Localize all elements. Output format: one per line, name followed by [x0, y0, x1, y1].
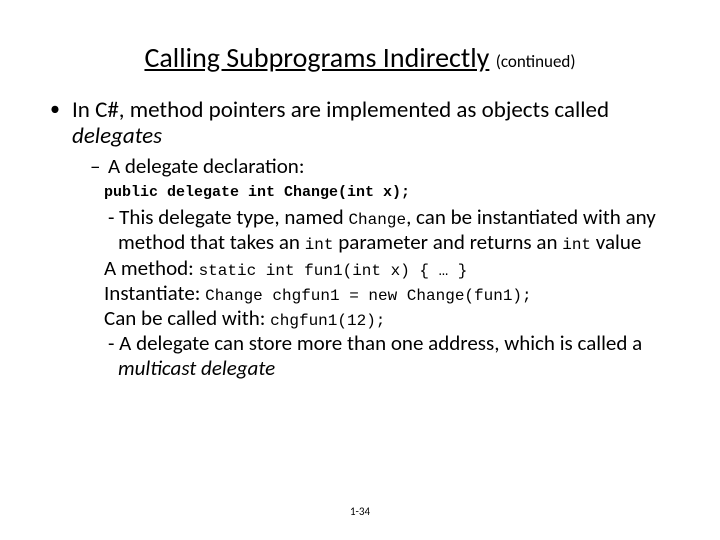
- page-number: 1-34: [0, 505, 720, 518]
- p2-code: static int fun1(int x) { … }: [199, 262, 468, 280]
- p4-code: chgfun1(12);: [270, 312, 385, 330]
- p1-d: value: [591, 229, 641, 255]
- slide-title: Calling Subprograms Indirectly (continue…: [40, 40, 680, 75]
- slide-body: In C#, method pointers are implemented a…: [40, 97, 680, 382]
- bullet-list-1: In C#, method pointers are implemented a…: [40, 97, 680, 382]
- title-main: Calling Subprograms Indirectly: [144, 40, 489, 75]
- p5-b: multicast delegate: [118, 355, 275, 381]
- p1-code1: Change: [348, 211, 406, 229]
- bullet1-text-a: In C#, method pointers are implemented a…: [72, 96, 609, 124]
- sub-body: - This delegate type, named Change, can …: [104, 205, 680, 381]
- p4-a: Can be called with:: [104, 305, 270, 331]
- slide: Calling Subprograms Indirectly (continue…: [0, 0, 720, 540]
- bullet-item-1: In C#, method pointers are implemented a…: [50, 97, 680, 382]
- title-sub: (continued): [496, 51, 576, 72]
- para-2: A method: static int fun1(int x) { … }: [104, 256, 680, 281]
- para-1: - This delegate type, named Change, can …: [104, 205, 680, 255]
- p5-a: - A delegate can store more than one add…: [108, 330, 642, 356]
- bullet-list-2: A delegate declaration:: [72, 154, 680, 178]
- para-3: Instantiate: Change chgfun1 = new Change…: [104, 281, 680, 306]
- sub1-text: A delegate declaration:: [108, 153, 304, 179]
- code-declaration: public delegate int Change(int x);: [104, 184, 680, 201]
- p1-code2: int: [305, 236, 334, 254]
- p3-code: Change chgfun1 = new Change(fun1);: [205, 287, 531, 305]
- p1-a: - This delegate type, named: [108, 204, 348, 230]
- p1-code3: int: [562, 236, 591, 254]
- sub-item-1: A delegate declaration:: [90, 154, 680, 178]
- bullet1-text-b: delegates: [72, 122, 162, 150]
- para-5: - A delegate can store more than one add…: [104, 331, 680, 381]
- p1-c: parameter and returns an: [334, 229, 563, 255]
- p2-a: A method:: [104, 255, 199, 281]
- p3-a: Instantiate:: [104, 280, 205, 306]
- para-4: Can be called with: chgfun1(12);: [104, 306, 680, 331]
